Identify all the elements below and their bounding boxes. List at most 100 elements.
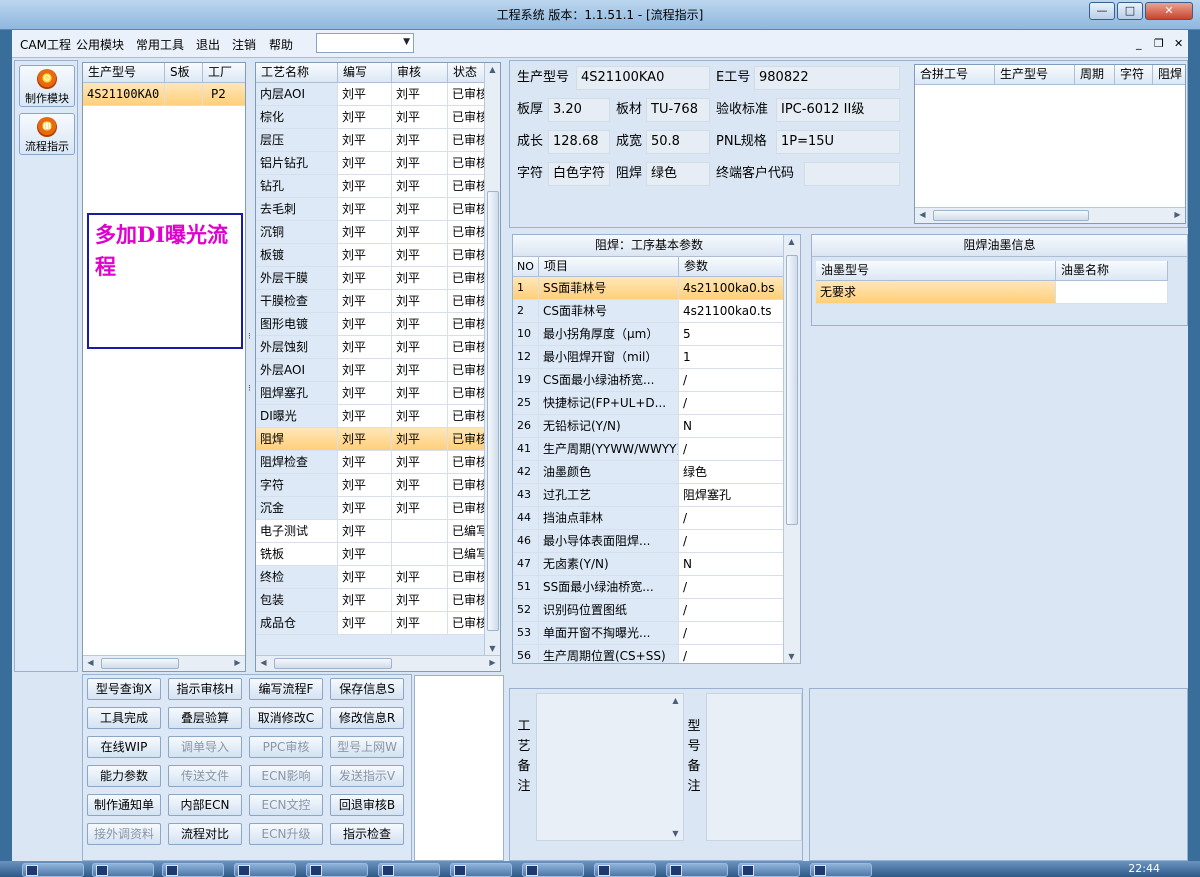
table-row[interactable]: 沉金 刘平 刘平 已审核 bbox=[256, 497, 500, 520]
menu-tools[interactable]: 常用工具 bbox=[136, 36, 184, 53]
column-header[interactable]: 字符 bbox=[1115, 65, 1153, 85]
menu-combo[interactable]: ▼ bbox=[316, 33, 414, 53]
taskbar-button[interactable] bbox=[522, 863, 584, 877]
table-row[interactable]: DI曝光 刘平 刘平 已审核 bbox=[256, 405, 500, 428]
table-row[interactable]: 41 生产周期(YYWW/WWYY) / bbox=[513, 438, 785, 461]
column-header[interactable]: NO bbox=[513, 257, 539, 277]
table-row[interactable]: 43 过孔工艺 阻焊塞孔 bbox=[513, 484, 785, 507]
close-button[interactable]: ✕ bbox=[1145, 2, 1193, 20]
action-button[interactable]: 能力参数 bbox=[87, 765, 161, 787]
action-button[interactable]: 调单导入 bbox=[168, 736, 242, 758]
vertical-scrollbar[interactable]: ▲ ▼ bbox=[783, 235, 800, 663]
table-row[interactable]: 外层干膜 刘平 刘平 已审核 bbox=[256, 267, 500, 290]
action-button[interactable]: PPC审核 bbox=[249, 736, 323, 758]
table-row[interactable]: 4S21100KA0 P2 bbox=[83, 83, 245, 106]
column-header[interactable]: 工厂 bbox=[203, 63, 245, 83]
table-row[interactable]: 10 最小拐角厚度（μm） 5 bbox=[513, 323, 785, 346]
vertical-scrollbar[interactable]: ▲ ▼ bbox=[484, 63, 500, 655]
table-row[interactable]: 字符 刘平 刘平 已审核 bbox=[256, 474, 500, 497]
action-button[interactable]: 保存信息S bbox=[330, 678, 404, 700]
table-row[interactable]: 42 油墨颜色 绿色 bbox=[513, 461, 785, 484]
pnl-value[interactable]: 1P=15U bbox=[776, 130, 900, 154]
material-value[interactable]: TU-768 bbox=[646, 98, 710, 122]
table-row[interactable]: 图形电镀 刘平 刘平 已审核 bbox=[256, 313, 500, 336]
customer-value[interactable] bbox=[804, 162, 900, 186]
taskbar-button[interactable] bbox=[450, 863, 512, 877]
table-row[interactable]: 26 无铅标记(Y/N) N bbox=[513, 415, 785, 438]
model-value[interactable]: 4S21100KA0 bbox=[576, 66, 710, 90]
taskbar-button[interactable] bbox=[378, 863, 440, 877]
column-header[interactable]: 生产型号 bbox=[83, 63, 165, 83]
action-button[interactable]: 接外调资料 bbox=[87, 823, 161, 845]
taskbar-button[interactable] bbox=[22, 863, 84, 877]
scroll-left-icon[interactable]: ◀ bbox=[256, 658, 271, 667]
scroll-right-icon[interactable]: ▶ bbox=[1170, 210, 1185, 219]
menu-exit[interactable]: 退出 bbox=[196, 36, 220, 53]
action-button[interactable]: 发送指示V bbox=[330, 765, 404, 787]
scroll-right-icon[interactable]: ▶ bbox=[230, 658, 245, 667]
table-row[interactable]: 53 单面开窗不掏曝光... / bbox=[513, 622, 785, 645]
column-header[interactable]: 审核 bbox=[392, 63, 448, 83]
table-row[interactable]: 棕化 刘平 刘平 已审核 bbox=[256, 106, 500, 129]
column-header[interactable]: S板 bbox=[165, 63, 203, 83]
column-header[interactable]: 状态 bbox=[448, 63, 488, 83]
table-row[interactable]: 层压 刘平 刘平 已审核 bbox=[256, 129, 500, 152]
table-row[interactable]: 52 识别码位置图纸 / bbox=[513, 599, 785, 622]
scroll-right-icon[interactable]: ▶ bbox=[485, 658, 500, 667]
table-row[interactable]: 包装 刘平 刘平 已审核 bbox=[256, 589, 500, 612]
table-row[interactable]: 终检 刘平 刘平 已审核 bbox=[256, 566, 500, 589]
table-row[interactable]: 阻焊检查 刘平 刘平 已审核 bbox=[256, 451, 500, 474]
horizontal-scrollbar[interactable]: ◀ ▶ bbox=[915, 207, 1185, 223]
nav-button-flow[interactable]: Ⅲ 流程指示 bbox=[19, 113, 75, 155]
taskbar-button[interactable] bbox=[162, 863, 224, 877]
taskbar-button[interactable] bbox=[92, 863, 154, 877]
table-row[interactable]: 2 CS面菲林号 4s21100ka0.ts bbox=[513, 300, 785, 323]
column-header[interactable]: 项目 bbox=[539, 257, 679, 277]
width-value[interactable]: 50.8 bbox=[646, 130, 710, 154]
menu-cam[interactable]: CAM工程 bbox=[20, 36, 71, 53]
scroll-up-icon[interactable]: ▲ bbox=[784, 237, 799, 246]
action-button[interactable]: 型号查询X bbox=[87, 678, 161, 700]
table-row[interactable]: 19 CS面最小绿油桥宽... / bbox=[513, 369, 785, 392]
scroll-thumb[interactable] bbox=[274, 658, 392, 669]
thickness-value[interactable]: 3.20 bbox=[548, 98, 610, 122]
e-value[interactable]: 980822 bbox=[754, 66, 900, 90]
taskbar-button[interactable] bbox=[666, 863, 728, 877]
process-remark-textarea[interactable]: ▲ ▼ bbox=[536, 693, 684, 841]
scroll-thumb[interactable] bbox=[933, 210, 1089, 221]
maximize-button[interactable]: □ bbox=[1117, 2, 1143, 20]
column-header[interactable]: 阻焊 bbox=[1153, 65, 1185, 85]
action-button[interactable]: 内部ECN bbox=[168, 794, 242, 816]
action-button[interactable]: 指示检查 bbox=[330, 823, 404, 845]
table-row[interactable]: 板镀 刘平 刘平 已审核 bbox=[256, 244, 500, 267]
splitter-handle[interactable]: ⁝ bbox=[248, 385, 253, 399]
scroll-thumb[interactable] bbox=[487, 191, 499, 631]
table-row[interactable]: 电子测试 刘平 已编写 bbox=[256, 520, 500, 543]
column-header[interactable]: 周期 bbox=[1075, 65, 1115, 85]
mdi-minimize-button[interactable]: _ bbox=[1136, 37, 1142, 50]
table-row[interactable]: 阻焊塞孔 刘平 刘平 已审核 bbox=[256, 382, 500, 405]
taskbar-button[interactable] bbox=[594, 863, 656, 877]
taskbar-button[interactable] bbox=[234, 863, 296, 877]
table-row[interactable]: 钻孔 刘平 刘平 已审核 bbox=[256, 175, 500, 198]
mdi-restore-button[interactable]: ❐ bbox=[1154, 37, 1164, 50]
action-button[interactable]: ECN影响 bbox=[249, 765, 323, 787]
table-row[interactable]: 25 快捷标记(FP+UL+D... / bbox=[513, 392, 785, 415]
taskbar-button[interactable] bbox=[738, 863, 800, 877]
action-button[interactable]: ECN升级 bbox=[249, 823, 323, 845]
taskbar-button[interactable] bbox=[306, 863, 368, 877]
action-button[interactable]: 在线WIP bbox=[87, 736, 161, 758]
scroll-down-icon[interactable]: ▼ bbox=[485, 644, 500, 653]
length-value[interactable]: 128.68 bbox=[548, 130, 610, 154]
standard-value[interactable]: IPC-6012 II级 bbox=[776, 98, 900, 122]
table-row[interactable]: 无要求 bbox=[816, 281, 1168, 304]
table-row[interactable]: 内层AOI 刘平 刘平 已审核 bbox=[256, 83, 500, 106]
mdi-close-button[interactable]: ✕ bbox=[1174, 37, 1183, 50]
scroll-thumb[interactable] bbox=[101, 658, 179, 669]
menu-logout[interactable]: 注销 bbox=[232, 36, 256, 53]
action-button[interactable]: 回退审核B bbox=[330, 794, 404, 816]
action-button[interactable]: 编写流程F bbox=[249, 678, 323, 700]
mask-value[interactable]: 绿色 bbox=[646, 162, 710, 186]
column-header[interactable]: 编写 bbox=[338, 63, 392, 83]
taskbar-button[interactable] bbox=[810, 863, 872, 877]
